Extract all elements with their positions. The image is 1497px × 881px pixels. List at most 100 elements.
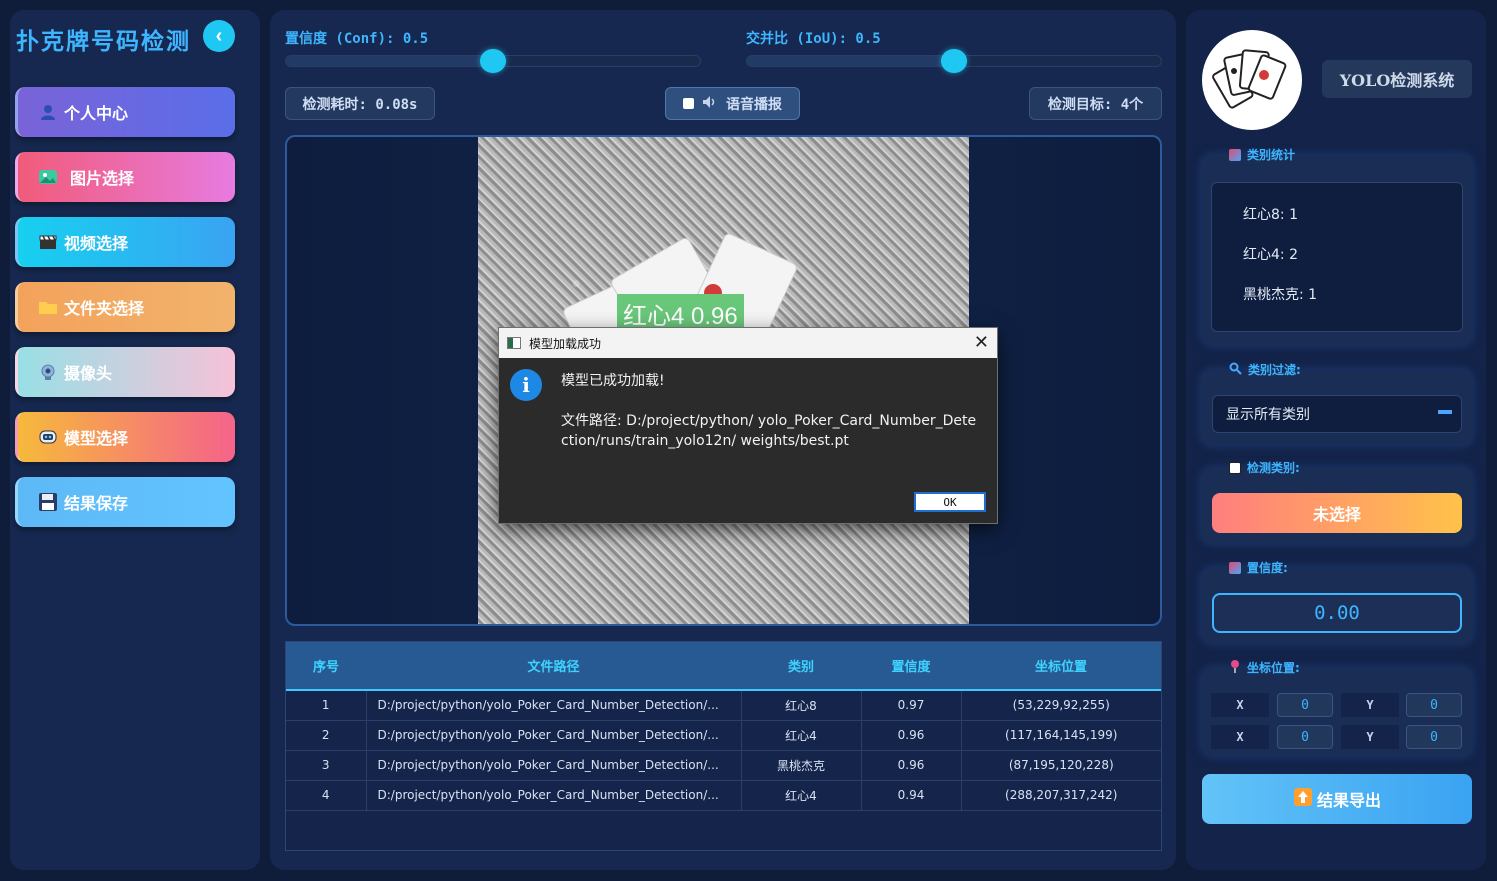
nav-model-select-button[interactable]: 模型选择 xyxy=(15,412,235,462)
user-icon xyxy=(38,102,58,122)
nav-save-results-button[interactable]: 结果保存 xyxy=(15,477,235,527)
results-table: 序号 文件路径 类别 置信度 坐标位置 1 D:/project/python/… xyxy=(285,641,1162,851)
cell-confidence: 0.97 xyxy=(861,690,962,721)
nav-folder-select-button[interactable]: 文件夹选择 xyxy=(15,282,235,332)
folder-icon xyxy=(38,297,58,317)
dialog-message: 模型已成功加载! xyxy=(561,373,665,389)
export-results-button[interactable]: 结果导出 xyxy=(1202,774,1472,824)
nav-label: 模型选择 xyxy=(64,429,129,448)
nav-label: 图片选择 xyxy=(70,169,135,188)
nav-video-select-button[interactable]: 视频选择 xyxy=(15,217,235,267)
col-header-path[interactable]: 文件路径 xyxy=(366,642,741,691)
nav-label: 文件夹选择 xyxy=(64,299,145,318)
y1-label: Y xyxy=(1341,693,1399,717)
voice-broadcast-toggle[interactable]: 语音播报 xyxy=(665,87,800,120)
iou-slider-fill xyxy=(747,56,954,66)
confidence-label: 置信度: xyxy=(1229,559,1288,576)
detect-class-label-text: 检测类别: xyxy=(1247,461,1300,475)
col-header-class[interactable]: 类别 xyxy=(741,642,861,691)
conf-slider-label: 置信度 (Conf): 0.5 xyxy=(285,31,429,47)
voice-checkbox[interactable] xyxy=(683,98,694,109)
cell-class: 红心4 xyxy=(741,720,862,751)
nav-label: 个人中心 xyxy=(64,104,129,123)
nav-image-select-button[interactable]: 图片选择 xyxy=(15,152,235,202)
chevron-left-icon: ‹ xyxy=(215,24,223,47)
stat-line: 黑桃杰克: 1 xyxy=(1243,287,1318,303)
cell-coords: (117,164,145,199) xyxy=(961,720,1161,751)
nav-personal-center-button[interactable]: 个人中心 xyxy=(15,87,235,137)
dialog-title: 模型加载成功 xyxy=(529,336,602,351)
cell-coords: (87,195,120,228) xyxy=(961,750,1161,781)
detect-class-button[interactable]: 未选择 xyxy=(1212,493,1462,533)
iou-slider-thumb[interactable] xyxy=(941,49,967,73)
info-icon: i xyxy=(510,369,542,401)
pin-icon xyxy=(1229,659,1241,676)
iou-slider-label: 交并比 (IoU): 0.5 xyxy=(746,31,881,47)
category-stats-label: 类别统计 xyxy=(1229,146,1295,163)
cell-class: 红心4 xyxy=(741,780,862,811)
stat-line: 红心4: 2 xyxy=(1243,247,1298,263)
cell-confidence: 0.94 xyxy=(861,780,962,811)
cell-index: 1 xyxy=(286,690,367,721)
cell-confidence: 0.96 xyxy=(861,720,962,751)
detection-time-badge: 检测耗时: 0.08s xyxy=(285,87,435,120)
bar-chart-icon xyxy=(1229,148,1241,161)
cell-path: D:/project/python/yolo_Poker_Card_Number… xyxy=(366,780,742,811)
stat-line: 红心8: 1 xyxy=(1243,207,1298,223)
category-filter-value: 显示所有类别 xyxy=(1226,407,1310,423)
dropdown-icon xyxy=(1438,410,1452,414)
cell-path: D:/project/python/yolo_Poker_Card_Number… xyxy=(366,690,742,721)
cell-confidence: 0.96 xyxy=(861,750,962,781)
y2-field[interactable]: 0 xyxy=(1406,725,1462,749)
ok-button[interactable]: OK xyxy=(914,492,986,512)
confidence-label-text: 置信度: xyxy=(1247,561,1288,575)
category-filter-select[interactable]: 显示所有类别 xyxy=(1212,395,1462,433)
nav-label: 视频选择 xyxy=(64,234,129,253)
cell-index: 2 xyxy=(286,720,367,751)
cell-path: D:/project/python/yolo_Poker_Card_Number… xyxy=(366,720,742,751)
close-icon[interactable]: ✕ xyxy=(974,332,989,353)
model-loaded-dialog: 模型加载成功 ✕ i 模型已成功加载! 文件路径: D:/project/pyt… xyxy=(498,327,998,524)
cell-coords: (288,207,317,242) xyxy=(961,780,1161,811)
x1-label: X xyxy=(1211,693,1269,717)
app-title: 扑克牌号码检测 xyxy=(16,28,191,55)
speaker-icon xyxy=(702,95,718,113)
y1-field[interactable]: 0 xyxy=(1406,693,1462,717)
voice-label: 语音播报 xyxy=(726,96,782,113)
x1-field[interactable]: 0 xyxy=(1277,693,1333,717)
cell-class: 黑桃杰克 xyxy=(741,750,862,781)
table-row[interactable]: 2 D:/project/python/yolo_Poker_Card_Numb… xyxy=(286,720,1161,751)
upload-arrow-icon xyxy=(1293,787,1313,811)
cell-path: D:/project/python/yolo_Poker_Card_Number… xyxy=(366,750,742,781)
col-header-confidence[interactable]: 置信度 xyxy=(861,642,961,691)
floppy-icon xyxy=(38,492,58,512)
robot-icon xyxy=(38,427,58,447)
system-title: YOLO检测系统 xyxy=(1322,60,1472,98)
detection-count-badge: 检测目标: 4个 xyxy=(1029,87,1162,120)
webcam-icon xyxy=(38,362,58,382)
x2-field[interactable]: 0 xyxy=(1277,725,1333,749)
checkbox-icon xyxy=(1229,461,1241,474)
nav-camera-button[interactable]: 摄像头 xyxy=(15,347,235,397)
x2-label: X xyxy=(1211,725,1269,749)
col-header-coords[interactable]: 坐标位置 xyxy=(961,642,1161,691)
playing-cards-logo xyxy=(1202,30,1302,130)
y2-label: Y xyxy=(1341,725,1399,749)
nav-label: 结果保存 xyxy=(64,494,129,513)
conf-slider-thumb[interactable] xyxy=(480,49,506,73)
coordinates-label: 坐标位置: xyxy=(1229,659,1300,676)
magnifier-icon xyxy=(1229,362,1242,378)
col-header-index[interactable]: 序号 xyxy=(286,642,366,691)
category-filter-label-text: 类别过滤: xyxy=(1248,363,1301,377)
cell-class: 红心8 xyxy=(741,690,862,721)
detect-class-label: 检测类别: xyxy=(1229,459,1300,476)
nav-label: 摄像头 xyxy=(64,364,113,383)
image-icon xyxy=(38,167,58,187)
export-label: 结果导出 xyxy=(1316,791,1381,810)
table-row[interactable]: 3 D:/project/python/yolo_Poker_Card_Numb… xyxy=(286,750,1161,781)
bar-chart-icon xyxy=(1229,561,1241,574)
table-row[interactable]: 1 D:/project/python/yolo_Poker_Card_Numb… xyxy=(286,690,1161,721)
table-row[interactable]: 4 D:/project/python/yolo_Poker_Card_Numb… xyxy=(286,780,1161,811)
dialog-file-path: 文件路径: D:/project/python/ yolo_Poker_Card… xyxy=(561,413,977,449)
collapse-sidebar-button[interactable]: ‹ xyxy=(203,20,235,52)
